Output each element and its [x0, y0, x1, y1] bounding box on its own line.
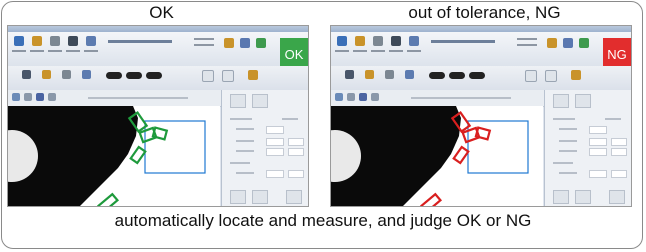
capture-icon[interactable] — [391, 36, 401, 46]
measurement-panel — [221, 90, 308, 206]
panel-button[interactable] — [286, 190, 302, 204]
pointer-icon[interactable] — [12, 93, 20, 101]
panel-button[interactable] — [230, 190, 246, 204]
panel-button[interactable] — [609, 190, 625, 204]
grid-icon[interactable] — [405, 70, 414, 79]
camera-viewport[interactable] — [8, 106, 220, 206]
zoom-icon[interactable] — [22, 70, 31, 79]
panel-button[interactable] — [252, 190, 268, 204]
profile-icon[interactable] — [146, 72, 162, 79]
report-icon[interactable] — [224, 38, 234, 48]
capture-icon[interactable] — [68, 36, 78, 46]
zoom-icon[interactable] — [345, 70, 354, 79]
panel-button[interactable] — [252, 94, 268, 108]
arc-icon[interactable] — [371, 93, 379, 101]
grid-icon[interactable] — [82, 70, 91, 79]
document-title — [108, 40, 172, 43]
copy-icon[interactable] — [62, 70, 71, 79]
export-icon[interactable] — [571, 70, 581, 80]
secondary-toolbar — [8, 66, 308, 91]
ribbon-toolbar: NG — [331, 32, 631, 72]
panel-button[interactable] — [553, 94, 569, 108]
edge-icon[interactable] — [126, 72, 142, 79]
settings-icon[interactable] — [579, 38, 589, 48]
line-icon[interactable] — [347, 93, 355, 101]
circle-icon[interactable] — [36, 93, 44, 101]
open-icon[interactable] — [337, 36, 347, 46]
caption-ng: out of tolerance, NG — [408, 3, 561, 22]
screenshot-ng: NG — [330, 25, 632, 207]
print-icon[interactable] — [50, 36, 60, 46]
report-icon[interactable] — [547, 38, 557, 48]
save-icon[interactable] — [32, 36, 42, 46]
panel-button[interactable] — [553, 190, 569, 204]
window-icon[interactable] — [222, 70, 234, 82]
settings-icon[interactable] — [256, 38, 266, 48]
save-icon[interactable] — [355, 36, 365, 46]
measure-icon[interactable] — [86, 36, 96, 46]
measurement-panel — [544, 90, 631, 206]
profile-icon[interactable] — [469, 72, 485, 79]
pointer-icon[interactable] — [335, 93, 343, 101]
measure-icon[interactable] — [409, 36, 419, 46]
panel-button[interactable] — [230, 94, 246, 108]
ribbon-toolbar: OK — [8, 32, 308, 72]
arc-icon[interactable] — [48, 93, 56, 101]
panel-button[interactable] — [575, 94, 591, 108]
caption-ok: OK — [149, 3, 174, 22]
edit-icon[interactable] — [365, 70, 374, 79]
secondary-toolbar — [331, 66, 631, 91]
line-icon[interactable] — [24, 93, 32, 101]
document-title — [431, 40, 495, 43]
open-icon[interactable] — [14, 36, 24, 46]
window-icon[interactable] — [545, 70, 557, 82]
export-icon[interactable] — [248, 70, 258, 80]
circle-icon[interactable] — [359, 93, 367, 101]
screenshot-ok: OK — [7, 25, 309, 207]
edge-icon[interactable] — [449, 72, 465, 79]
copy-icon[interactable] — [385, 70, 394, 79]
contour-icon[interactable] — [106, 72, 122, 79]
bottom-caption: automatically locate and measure, and ju… — [114, 211, 532, 230]
chart-icon[interactable] — [563, 38, 573, 48]
chart-icon[interactable] — [240, 38, 250, 48]
print-icon[interactable] — [373, 36, 383, 46]
layout-icon[interactable] — [202, 70, 214, 82]
panel-button[interactable] — [575, 190, 591, 204]
contour-icon[interactable] — [429, 72, 445, 79]
edit-icon[interactable] — [42, 70, 51, 79]
layout-icon[interactable] — [525, 70, 537, 82]
camera-viewport[interactable] — [331, 106, 543, 206]
